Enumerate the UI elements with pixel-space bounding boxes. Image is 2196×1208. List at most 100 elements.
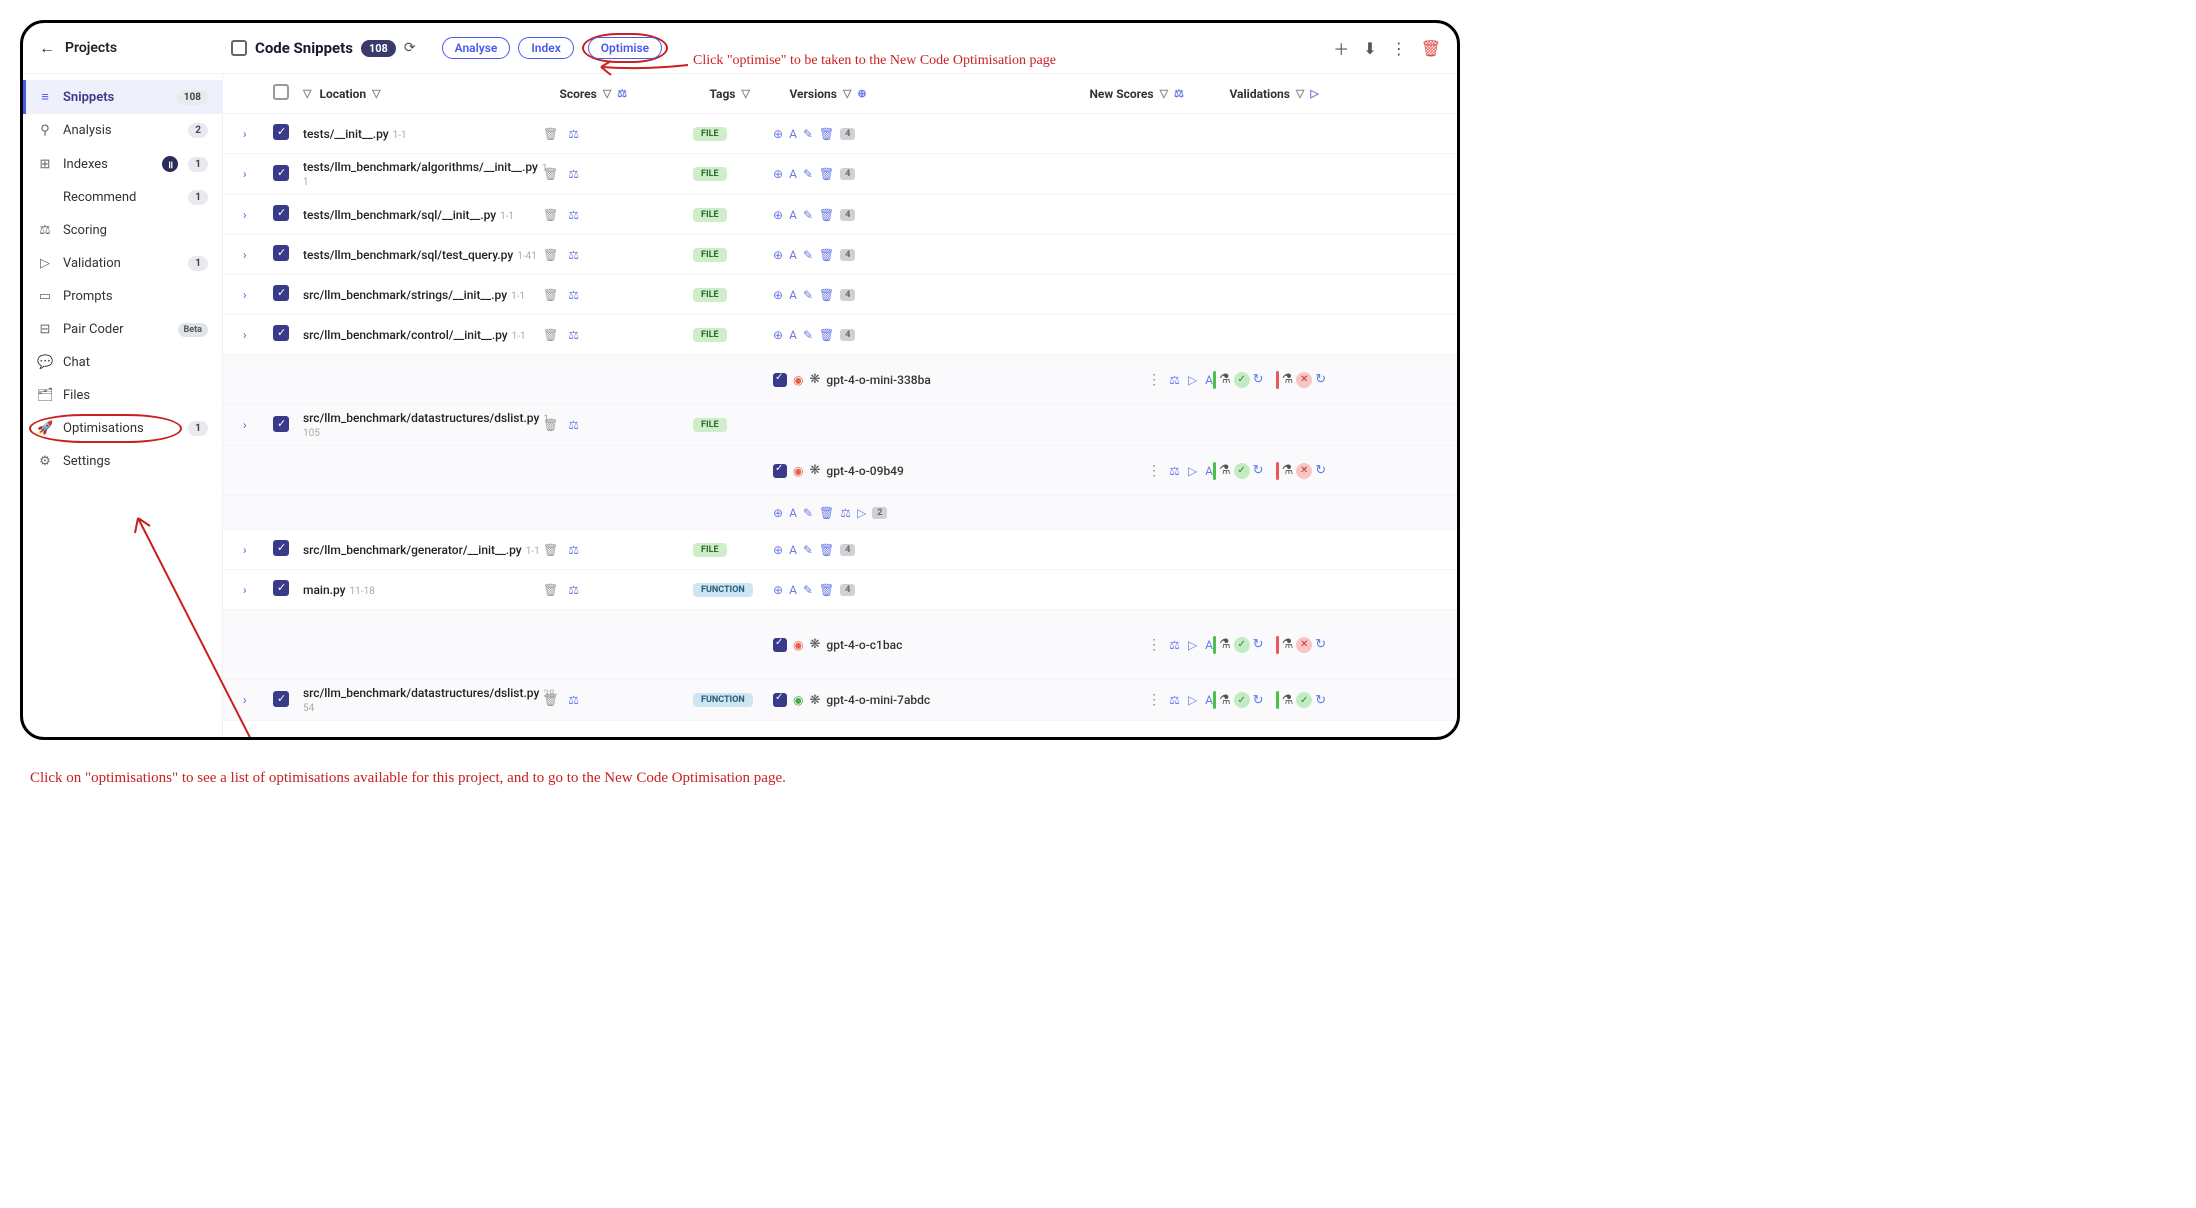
row-checkbox[interactable] bbox=[273, 205, 289, 221]
row-checkbox[interactable] bbox=[273, 416, 289, 432]
filter-icon[interactable]: ▽ bbox=[303, 87, 311, 100]
refresh-icon[interactable]: ↻ bbox=[1253, 372, 1264, 387]
font-icon[interactable]: A bbox=[1205, 373, 1213, 387]
sidebar-item-pair-coder[interactable]: ⊟ Pair CoderBeta bbox=[23, 313, 222, 346]
trash-icon[interactable]: 🗑 bbox=[543, 167, 558, 181]
balance-icon[interactable]: ⚖ bbox=[568, 127, 579, 141]
add-icon[interactable]: ⊕ bbox=[773, 167, 783, 181]
sidebar-item-settings[interactable]: ⚙ Settings bbox=[23, 445, 222, 478]
more-icon[interactable]: ⋮ bbox=[1147, 637, 1161, 653]
font-icon[interactable]: A bbox=[789, 543, 797, 557]
trash-icon[interactable]: 🗑 bbox=[543, 248, 558, 262]
expand-icon[interactable]: › bbox=[243, 127, 247, 141]
optimise-button[interactable]: Optimise bbox=[588, 37, 662, 59]
balance-icon[interactable]: ⚖ bbox=[568, 583, 579, 597]
font-icon[interactable]: A bbox=[789, 583, 797, 597]
balance-icon[interactable]: ⚖ bbox=[840, 506, 851, 520]
balance-icon[interactable]: ⚖ bbox=[617, 87, 627, 100]
edit-icon[interactable]: ✎ bbox=[803, 208, 813, 222]
add-icon[interactable]: ⊕ bbox=[773, 248, 783, 262]
edit-icon[interactable]: ✎ bbox=[803, 127, 813, 141]
row-checkbox[interactable] bbox=[273, 285, 289, 301]
filter-icon[interactable]: ▽ bbox=[372, 87, 380, 100]
trash-icon[interactable]: 🗑 bbox=[543, 288, 558, 302]
font-icon[interactable]: A bbox=[789, 127, 797, 141]
balance-icon[interactable]: ⚖ bbox=[1169, 638, 1180, 652]
select-all-checkbox[interactable] bbox=[273, 84, 289, 100]
edit-icon[interactable]: ✎ bbox=[803, 248, 813, 262]
refresh-icon[interactable]: ↻ bbox=[1315, 637, 1326, 652]
row-checkbox[interactable] bbox=[273, 540, 289, 556]
row-checkbox[interactable] bbox=[273, 325, 289, 341]
version-checkbox[interactable] bbox=[773, 693, 787, 707]
version-checkbox[interactable] bbox=[773, 638, 787, 652]
analyse-button[interactable]: Analyse bbox=[442, 37, 511, 59]
back-arrow[interactable]: ← bbox=[39, 38, 55, 58]
more-icon[interactable]: ⋮ bbox=[1147, 372, 1161, 388]
font-icon[interactable]: A bbox=[789, 328, 797, 342]
refresh-icon[interactable]: ↻ bbox=[1315, 372, 1326, 387]
filter-icon[interactable]: ▽ bbox=[1160, 87, 1168, 100]
sidebar-item-validation[interactable]: ▷ Validation1 bbox=[23, 247, 222, 280]
balance-icon[interactable]: ⚖ bbox=[1169, 464, 1180, 478]
trash-icon[interactable]: 🗑 bbox=[819, 543, 834, 557]
sidebar-item-chat[interactable]: 💬 Chat bbox=[23, 346, 222, 379]
edit-icon[interactable]: ✎ bbox=[803, 543, 813, 557]
play-icon[interactable]: ▷ bbox=[1188, 373, 1197, 387]
sidebar-item-files[interactable]: 🗂 Files bbox=[23, 379, 222, 412]
font-icon[interactable]: A bbox=[1205, 638, 1213, 652]
sidebar-item-prompts[interactable]: ▭ Prompts bbox=[23, 280, 222, 313]
version-checkbox[interactable] bbox=[773, 464, 787, 478]
expand-icon[interactable]: › bbox=[243, 583, 247, 597]
play-icon[interactable]: ▷ bbox=[857, 506, 866, 520]
balance-icon[interactable]: ⚖ bbox=[1169, 373, 1180, 387]
trash-icon[interactable]: 🗑 bbox=[819, 248, 834, 262]
more-icon[interactable]: ⋮ bbox=[1147, 692, 1161, 708]
play-icon[interactable]: ▷ bbox=[1310, 87, 1318, 100]
add-icon[interactable]: ⊕ bbox=[773, 543, 783, 557]
balance-icon[interactable]: ⚖ bbox=[568, 418, 579, 432]
trash-icon[interactable]: 🗑 bbox=[819, 506, 834, 520]
row-checkbox[interactable] bbox=[273, 691, 289, 707]
refresh-icon[interactable]: ↻ bbox=[1253, 637, 1264, 652]
font-icon[interactable]: A bbox=[789, 248, 797, 262]
expand-icon[interactable]: › bbox=[243, 418, 247, 432]
row-checkbox[interactable] bbox=[273, 124, 289, 140]
sidebar-item-indexes[interactable]: ⊞ Indexes॥1 bbox=[23, 147, 222, 181]
trash-icon[interactable]: 🗑 bbox=[543, 583, 558, 597]
projects-breadcrumb[interactable]: Projects bbox=[65, 40, 117, 56]
refresh-icon[interactable]: ↻ bbox=[1315, 463, 1326, 478]
add-icon[interactable]: ⊕ bbox=[773, 328, 783, 342]
add-icon[interactable]: ⊕ bbox=[773, 506, 783, 520]
trash-icon[interactable]: 🗑 bbox=[543, 208, 558, 222]
balance-icon[interactable]: ⚖ bbox=[1169, 693, 1180, 707]
sidebar-item-snippets[interactable]: ≡ Snippets108 bbox=[23, 80, 222, 114]
expand-icon[interactable]: › bbox=[243, 167, 247, 181]
expand-icon[interactable]: › bbox=[243, 543, 247, 557]
trash-icon[interactable]: 🗑 bbox=[543, 328, 558, 342]
trash-icon[interactable]: 🗑 bbox=[819, 127, 834, 141]
sidebar-item-analysis[interactable]: ⚲ Analysis2 bbox=[23, 114, 222, 147]
expand-icon[interactable]: › bbox=[243, 208, 247, 222]
trash-icon[interactable]: 🗑 bbox=[543, 693, 558, 707]
filter-icon[interactable]: ▽ bbox=[1296, 87, 1304, 100]
edit-icon[interactable]: ✎ bbox=[803, 583, 813, 597]
sidebar-item-scoring[interactable]: ⚖ Scoring bbox=[23, 214, 222, 247]
trash-icon[interactable]: 🗑 bbox=[819, 288, 834, 302]
balance-icon[interactable]: ⚖ bbox=[568, 248, 579, 262]
filter-icon[interactable]: ▽ bbox=[741, 87, 749, 100]
expand-icon[interactable]: › bbox=[243, 248, 247, 262]
download-icon[interactable]: ⬇ bbox=[1363, 39, 1376, 58]
refresh-icon[interactable]: ⟳ bbox=[404, 40, 416, 56]
trash-icon[interactable]: 🗑 bbox=[543, 543, 558, 557]
refresh-icon[interactable]: ↻ bbox=[1253, 693, 1264, 708]
filter-icon[interactable]: ▽ bbox=[603, 87, 611, 100]
trash-icon[interactable]: 🗑 bbox=[543, 127, 558, 141]
expand-icon[interactable]: › bbox=[243, 288, 247, 302]
font-icon[interactable]: A bbox=[1205, 464, 1213, 478]
add-icon[interactable]: ⊕ bbox=[773, 208, 783, 222]
font-icon[interactable]: A bbox=[789, 208, 797, 222]
balance-icon[interactable]: ⚖ bbox=[568, 167, 579, 181]
balance-icon[interactable]: ⚖ bbox=[568, 693, 579, 707]
font-icon[interactable]: A bbox=[1205, 693, 1213, 707]
